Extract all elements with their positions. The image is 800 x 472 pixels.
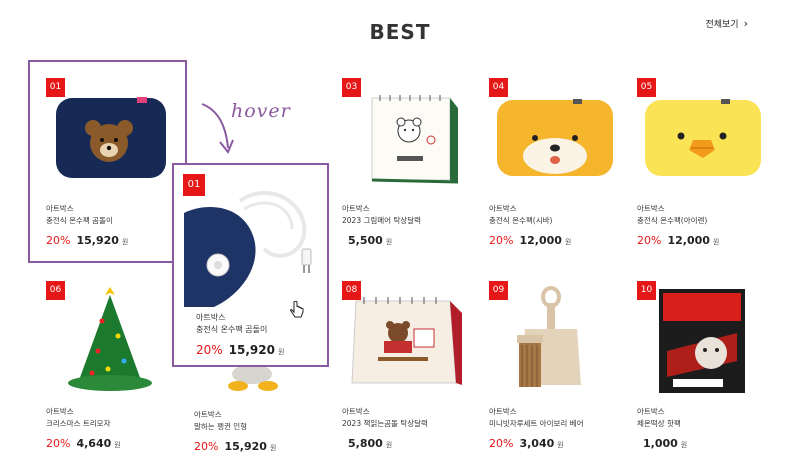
product-brand: 아트박스 (196, 313, 226, 322)
price-unit: 원 (269, 444, 277, 452)
product-name: 체온떡상 핫팩 (637, 419, 681, 428)
rank-badge: 04 (489, 78, 508, 97)
discount-rate: 20% (489, 234, 514, 247)
price-value: 3,040 (519, 437, 555, 450)
product-price: 5,500 원 (342, 234, 392, 247)
product-price: 5,800 원 (342, 437, 392, 450)
product-price: 1,000 원 (637, 437, 687, 450)
rank-badge: 10 (637, 281, 656, 300)
product-card-09[interactable]: 09 아트박스 미니빗자루세트 아이보리 베어 20% 3,040 원 (489, 281, 621, 472)
hover-product-card[interactable]: 01 아트박스 충전식 온수팩 곰돌이 20% 15,920 원 (172, 163, 329, 367)
rank-badge: 01 (183, 174, 205, 196)
product-price: 20% 12,000 원 (637, 234, 719, 247)
rank-badge: 03 (342, 78, 361, 97)
price-value: 15,920 (224, 440, 267, 453)
product-name: 미니빗자루세트 아이보리 베어 (489, 419, 584, 428)
product-price: 20% 15,920 원 (194, 440, 276, 453)
product-name: 크리스마스 트리모자 (46, 419, 111, 428)
discount-rate: 20% (46, 437, 71, 450)
discount-rate: 20% (637, 234, 662, 247)
price-unit: 원 (114, 441, 121, 449)
rank-badge: 09 (489, 281, 508, 300)
product-image-christmas-tree-hat (68, 287, 152, 391)
price-value: 12,000 (667, 234, 710, 247)
product-name: 충전식 온수팩(아이렌) (637, 216, 708, 225)
product-brand: 아트박스 (489, 204, 517, 213)
product-card-04[interactable]: 04 아트박스 충전식 온수팩(시바) 20% 12,000 원 (489, 78, 621, 278)
product-name: 충전식 온수팩(시바) (489, 216, 553, 225)
product-card-05[interactable]: 05 아트박스 충전식 온수팩(아이렌) 20% 12,000 원 (637, 78, 769, 278)
product-price: 20% 12,000 원 (489, 234, 571, 247)
product-price: 20% 15,920 원 (196, 343, 284, 357)
view-all-link[interactable]: 전체보기 › (705, 17, 748, 30)
rank-badge: 08 (342, 281, 361, 300)
product-brand: 아트박스 (489, 407, 517, 416)
rank-badge: 06 (46, 281, 65, 300)
product-price: 20% 3,040 원 (489, 437, 564, 450)
price-unit: 원 (277, 348, 285, 356)
price-unit: 원 (564, 238, 572, 246)
price-value: 5,800 (348, 437, 383, 450)
discount-rate: 20% (196, 343, 223, 357)
view-all-label: 전체보기 (705, 20, 739, 30)
price-unit: 원 (385, 441, 393, 449)
product-image-hot-pack (659, 289, 745, 393)
pointer-cursor-icon (290, 301, 304, 318)
price-value: 12,000 (519, 234, 562, 247)
section-title: BEST (369, 20, 431, 44)
chevron-right-icon: › (743, 17, 748, 30)
product-name: 2023 그림메어 탁상달력 (342, 216, 422, 225)
product-brand: 아트박스 (637, 204, 665, 213)
price-value: 4,640 (76, 437, 112, 450)
product-image-shiba-warmer (497, 99, 613, 176)
product-brand: 아트박스 (342, 407, 370, 416)
product-card-06[interactable]: 06 아트박스 크리스마스 트리모자 20% 4,640 원 (46, 281, 178, 472)
product-name: 충전식 온수팩 곰돌이 (196, 325, 268, 334)
product-card-03[interactable]: 03 아트박스 2023 그림메어 탁상달력 5,500 원 (342, 78, 474, 278)
price-unit: 원 (712, 238, 720, 246)
curved-arrow-icon (201, 103, 234, 154)
product-brand: 아트박스 (46, 407, 74, 416)
product-card-08[interactable]: 08 아트박스 2023 책읽는곰돌 탁상달력 5,800 원 (342, 281, 474, 472)
product-brand: 아트박스 (342, 204, 370, 213)
rank-badge: 01 (46, 78, 65, 97)
product-image-mini-broom-set (517, 286, 581, 387)
discount-rate: 20% (489, 437, 514, 450)
product-name: 2023 책읽는곰돌 탁상달력 (342, 419, 428, 428)
price-value: 15,920 (228, 343, 275, 357)
product-image-desk-calendar (371, 95, 459, 184)
price-unit: 원 (385, 238, 393, 246)
price-unit: 원 (557, 441, 564, 449)
product-price: 20% 4,640 원 (46, 437, 121, 450)
product-image-book-bear-calendar (351, 297, 462, 385)
discount-rate: 20% (194, 440, 219, 453)
product-brand: 아트박스 (194, 410, 222, 419)
price-value: 5,500 (348, 234, 383, 247)
product-name: 말하는 펭귄 인형 (194, 422, 248, 431)
product-card-10[interactable]: 10 아트박스 체온떡상 핫팩 1,000 원 (637, 281, 769, 472)
rank-badge: 05 (637, 78, 656, 97)
product-brand: 아트박스 (637, 407, 665, 416)
price-value: 1,000 (643, 437, 678, 450)
product-image-duck-warmer (645, 99, 761, 176)
price-unit: 원 (680, 441, 688, 449)
